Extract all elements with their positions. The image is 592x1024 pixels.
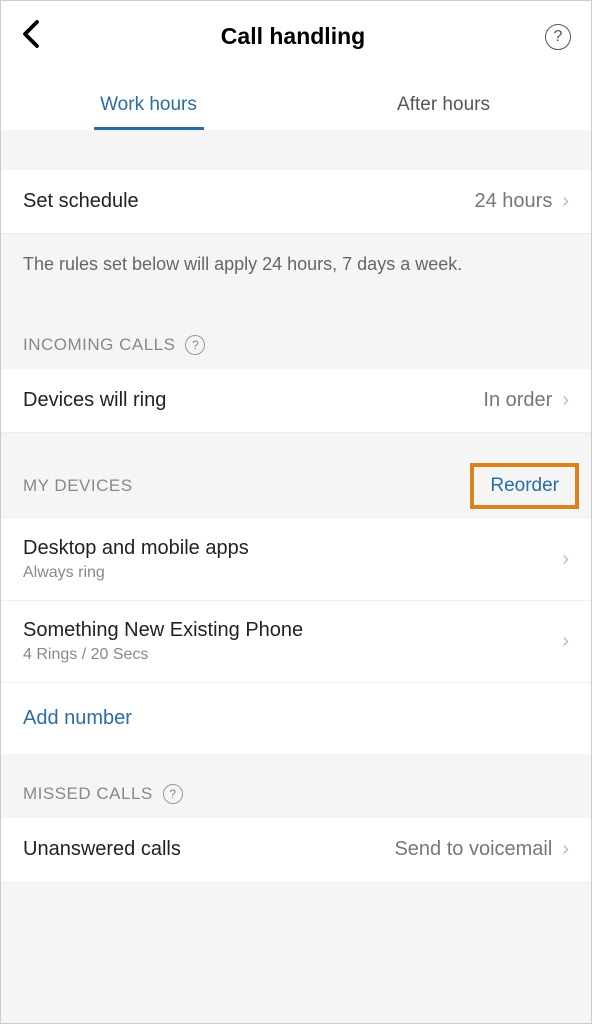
back-button[interactable] xyxy=(21,19,41,54)
help-icon[interactable]: ? xyxy=(545,24,571,50)
missed-calls-title: MISSED CALLS xyxy=(23,784,153,804)
devices-will-ring-row[interactable]: Devices will ring In order › xyxy=(1,369,591,433)
tab-after-hours[interactable]: After hours xyxy=(296,84,591,130)
unanswered-calls-row[interactable]: Unanswered calls Send to voicemail › xyxy=(1,818,591,881)
add-number-button[interactable]: Add number xyxy=(1,683,591,754)
missed-calls-header: MISSED CALLS ? xyxy=(1,754,591,818)
tab-work-hours[interactable]: Work hours xyxy=(1,84,296,130)
set-schedule-value: 24 hours xyxy=(474,190,552,213)
schedule-info-text: The rules set below will apply 24 hours,… xyxy=(1,234,591,295)
chevron-right-icon: › xyxy=(562,389,569,412)
tabs: Work hours After hours xyxy=(1,64,591,130)
devices-will-ring-label: Devices will ring xyxy=(23,389,166,412)
incoming-calls-title: INCOMING CALLS xyxy=(23,335,175,355)
device-row[interactable]: Something New Existing Phone 4 Rings / 2… xyxy=(1,601,591,683)
device-row[interactable]: Desktop and mobile apps Always ring › xyxy=(1,519,591,601)
my-devices-title: MY DEVICES xyxy=(23,476,133,496)
unanswered-calls-label: Unanswered calls xyxy=(23,838,181,861)
device-title: Something New Existing Phone xyxy=(23,619,303,642)
devices-will-ring-value: In order xyxy=(483,389,552,412)
chevron-right-icon: › xyxy=(562,838,569,861)
incoming-calls-header: INCOMING CALLS ? xyxy=(1,295,591,369)
reorder-button[interactable]: Reorder xyxy=(470,463,579,509)
device-subtitle: Always ring xyxy=(23,564,249,582)
reorder-label: Reorder xyxy=(490,475,559,497)
my-devices-header: MY DEVICES Reorder xyxy=(1,433,591,519)
chevron-right-icon: › xyxy=(562,630,569,653)
missed-help-icon[interactable]: ? xyxy=(163,784,183,804)
chevron-right-icon: › xyxy=(562,548,569,571)
device-title: Desktop and mobile apps xyxy=(23,537,249,560)
device-subtitle: 4 Rings / 20 Secs xyxy=(23,646,303,664)
chevron-right-icon: › xyxy=(562,190,569,213)
incoming-help-icon[interactable]: ? xyxy=(185,335,205,355)
page-title: Call handling xyxy=(221,23,365,50)
set-schedule-label: Set schedule xyxy=(23,190,139,213)
set-schedule-row[interactable]: Set schedule 24 hours › xyxy=(1,170,591,234)
unanswered-calls-value: Send to voicemail xyxy=(394,838,552,861)
